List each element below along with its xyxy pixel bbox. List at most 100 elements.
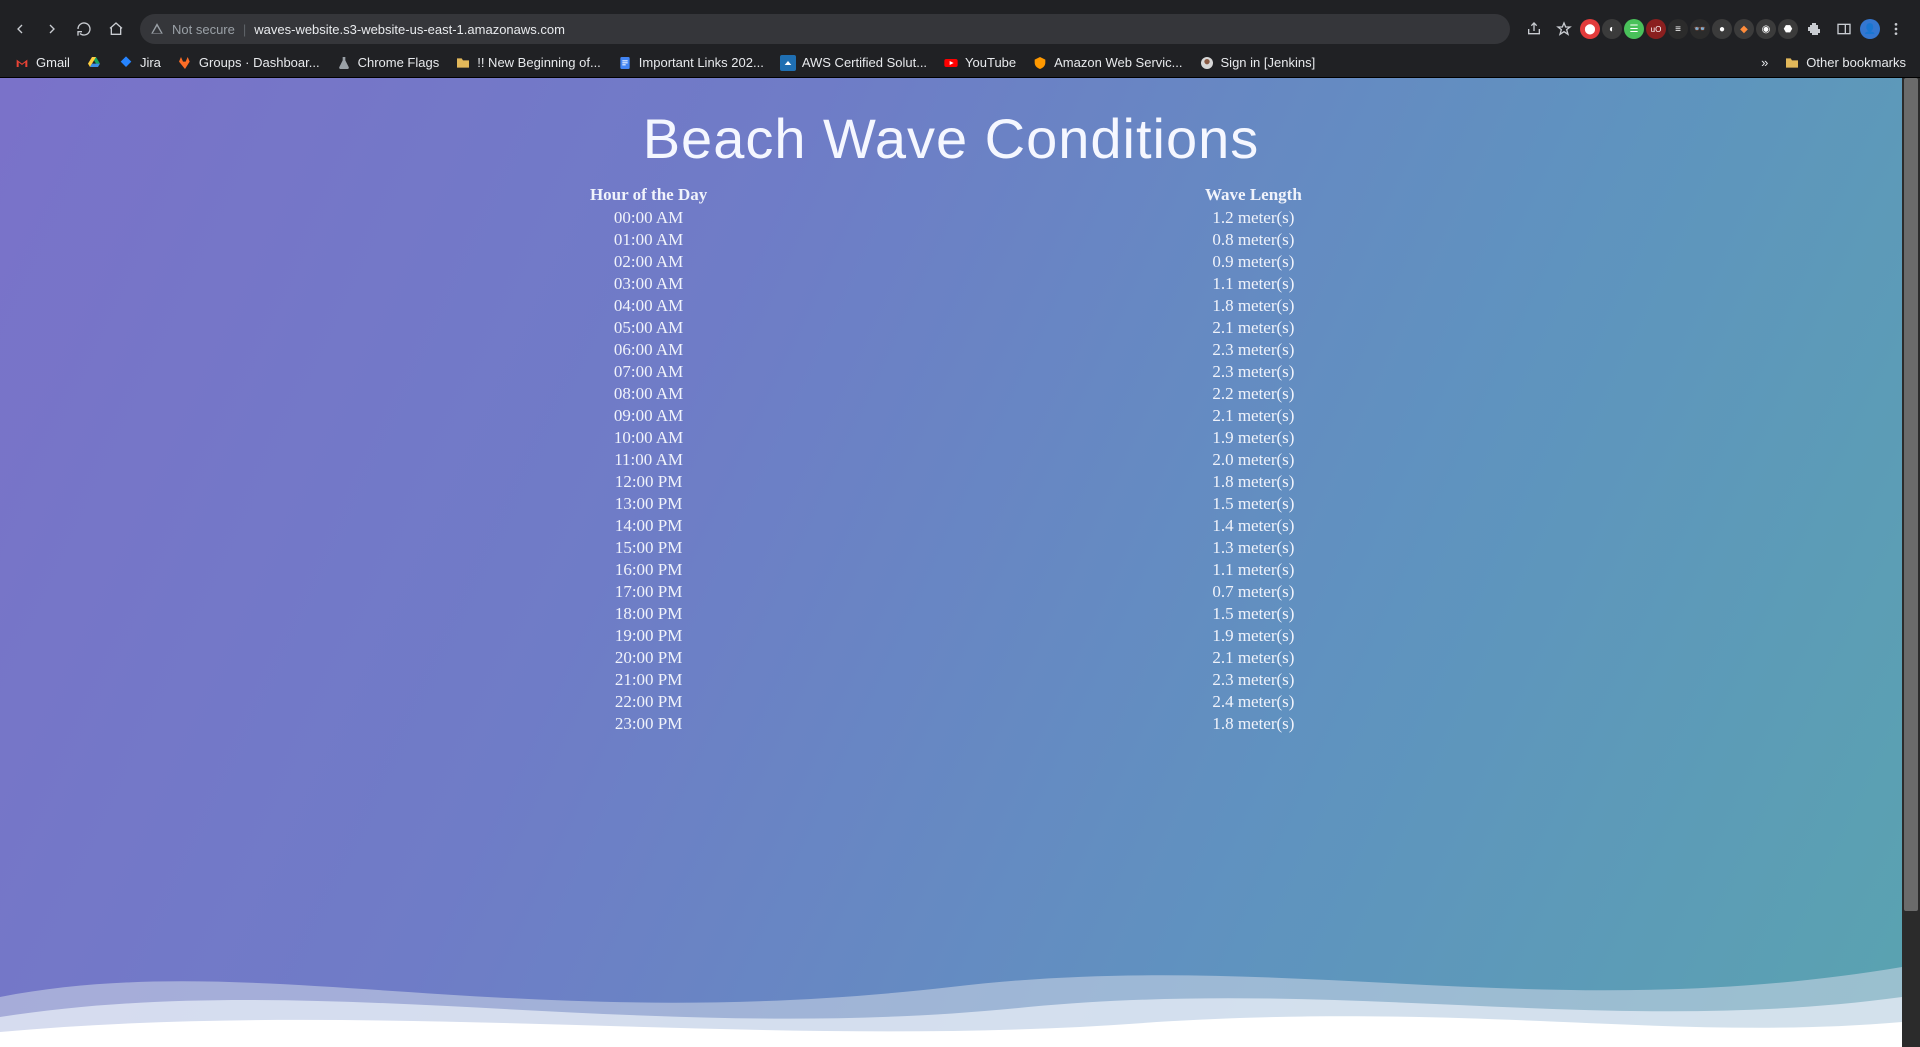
extension-icon[interactable]: ◐	[1602, 19, 1622, 39]
wave-cell: 2.4 meter(s)	[1136, 691, 1371, 713]
bookmark-label: Jira	[140, 55, 161, 70]
table-row: 14:00 PM 1.4 meter(s)	[531, 515, 1371, 537]
scrollbar[interactable]	[1902, 78, 1920, 1047]
jira-icon	[118, 55, 134, 71]
bookmark-label: !! New Beginning of...	[477, 55, 601, 70]
table-row: 05:00 AM2.1 meter(s)	[531, 317, 1371, 339]
bookmark-label: Sign in [Jenkins]	[1221, 55, 1316, 70]
bookmark-item[interactable]: Chrome Flags	[336, 55, 440, 71]
profile-avatar-icon[interactable]: 👤	[1860, 19, 1880, 39]
wave-cell: 1.4 meter(s)	[1136, 515, 1371, 537]
hour-cell: 04:00 AM	[531, 295, 766, 317]
table-row: 10:00 AM 1.9 meter(s)	[531, 427, 1371, 449]
bookmark-item[interactable]: Important Links 202...	[617, 55, 764, 71]
hour-cell: 02:00 AM	[531, 251, 766, 273]
extension-icon[interactable]: ●	[1712, 19, 1732, 39]
hour-cell: 12:00 PM	[531, 471, 766, 493]
awscon-icon	[1032, 55, 1048, 71]
youtube-icon	[943, 55, 959, 71]
table-row: 16:00 PM1.1 meter(s)	[531, 559, 1371, 581]
gmail-icon	[14, 55, 30, 71]
not-secure-icon	[150, 22, 164, 36]
tab-strip	[0, 0, 1920, 10]
bookmark-item[interactable]: Sign in [Jenkins]	[1199, 55, 1316, 71]
bookmark-item[interactable]: Groups · Dashboar...	[177, 55, 320, 71]
scrollbar-thumb[interactable]	[1904, 78, 1918, 911]
bookmark-item[interactable]: Gmail	[14, 55, 70, 71]
hour-cell: 09:00 AM	[531, 405, 766, 427]
table-row: 02:00 AM 0.9 meter(s)	[531, 251, 1371, 273]
wave-cell: 2.1 meter(s)	[1136, 405, 1371, 427]
wave-table: Hour of the Day Wave Length 00:00 AM1.2 …	[531, 185, 1371, 735]
hour-cell: 18:00 PM	[531, 603, 766, 625]
folder-icon	[455, 55, 471, 71]
url-text: waves-website.s3-website-us-east-1.amazo…	[254, 22, 565, 37]
bookmark-item[interactable]: AWS Certified Solut...	[780, 55, 927, 71]
extensions-icon[interactable]	[1800, 15, 1828, 43]
wave-cell: 1.2 meter(s)	[1136, 207, 1371, 229]
extension-icon[interactable]: uO	[1646, 19, 1666, 39]
table-row: 22:00 PM 2.4 meter(s)	[531, 691, 1371, 713]
extension-icon[interactable]: 👓	[1690, 19, 1710, 39]
hour-cell: 10:00 AM	[531, 427, 766, 449]
page-content: Beach Wave Conditions Hour of the Day Wa…	[0, 78, 1902, 1047]
extension-icon[interactable]: ≡	[1668, 19, 1688, 39]
table-row: 12:00 PM1.8 meter(s)	[531, 471, 1371, 493]
menu-icon[interactable]	[1882, 15, 1910, 43]
wave-cell: 2.2 meter(s)	[1136, 383, 1371, 405]
address-bar[interactable]: Not secure | waves-website.s3-website-us…	[140, 14, 1510, 44]
hour-cell: 16:00 PM	[531, 559, 766, 581]
hour-cell: 19:00 PM	[531, 625, 766, 647]
table-row: 19:00 PM1.9 meter(s)	[531, 625, 1371, 647]
hour-cell: 07:00 AM	[531, 361, 766, 383]
extension-icon[interactable]: ⬣	[1778, 19, 1798, 39]
table-row: 17:00 PM0.7 meter(s)	[531, 581, 1371, 603]
bookmarks-bar: Gmail Jira Groups · Dashboar... Chrome Flag…	[0, 48, 1920, 78]
wave-cell: 0.7 meter(s)	[1136, 581, 1371, 603]
table-row: 09:00 AM 2.1 meter(s)	[531, 405, 1371, 427]
back-button[interactable]	[6, 15, 34, 43]
wave-cell: 1.3 meter(s)	[1136, 537, 1371, 559]
home-button[interactable]	[102, 15, 130, 43]
wave-cell: 0.9 meter(s)	[1136, 251, 1371, 273]
wave-cell: 1.5 meter(s)	[1136, 493, 1371, 515]
wave-decoration	[0, 927, 1902, 1047]
col-header-hour: Hour of the Day	[531, 185, 766, 207]
hour-cell: 01:00 AM	[531, 229, 766, 251]
flask-icon	[336, 55, 352, 71]
table-row: 21:00 PM2.3 meter(s)	[531, 669, 1371, 691]
table-row: 20:00 PM2.1 meter(s)	[531, 647, 1371, 669]
wave-cell: 0.8 meter(s)	[1136, 229, 1371, 251]
table-row: 04:00 AM1.8 meter(s)	[531, 295, 1371, 317]
star-icon[interactable]	[1550, 15, 1578, 43]
share-icon[interactable]	[1520, 15, 1548, 43]
reload-button[interactable]	[70, 15, 98, 43]
table-row: 23:00 PM1.8 meter(s)	[531, 713, 1371, 735]
gitlab-icon	[177, 55, 193, 71]
bookmark-item[interactable]	[86, 55, 102, 71]
extension-icon[interactable]: ◉	[1756, 19, 1776, 39]
hour-cell: 08:00 AM	[531, 383, 766, 405]
extension-icon[interactable]: ☰	[1624, 19, 1644, 39]
bookmarks-overflow[interactable]: »	[1761, 55, 1768, 70]
wave-cell: 1.9 meter(s)	[1136, 427, 1371, 449]
hour-cell: 05:00 AM	[531, 317, 766, 339]
hour-cell: 14:00 PM	[531, 515, 766, 537]
wave-cell: 2.1 meter(s)	[1136, 647, 1371, 669]
extension-icon[interactable]: ◆	[1734, 19, 1754, 39]
extension-icon[interactable]: ⬤	[1580, 19, 1600, 39]
bookmark-item[interactable]: YouTube	[943, 55, 1016, 71]
table-row: 18:00 PM1.5 meter(s)	[531, 603, 1371, 625]
bookmark-item[interactable]: Jira	[118, 55, 161, 71]
bookmark-item[interactable]: !! New Beginning of...	[455, 55, 601, 71]
bookmark-item[interactable]: Amazon Web Servic...	[1032, 55, 1182, 71]
hour-cell: 00:00 AM	[531, 207, 766, 229]
bookmark-label: Important Links 202...	[639, 55, 764, 70]
panel-icon[interactable]	[1830, 15, 1858, 43]
separator: |	[243, 22, 246, 37]
toolbar: Not secure | waves-website.s3-website-us…	[0, 10, 1920, 48]
wave-cell: 2.3 meter(s)	[1136, 669, 1371, 691]
other-bookmarks[interactable]: Other bookmarks	[1784, 55, 1906, 71]
hour-cell: 22:00 PM	[531, 691, 766, 713]
forward-button[interactable]	[38, 15, 66, 43]
